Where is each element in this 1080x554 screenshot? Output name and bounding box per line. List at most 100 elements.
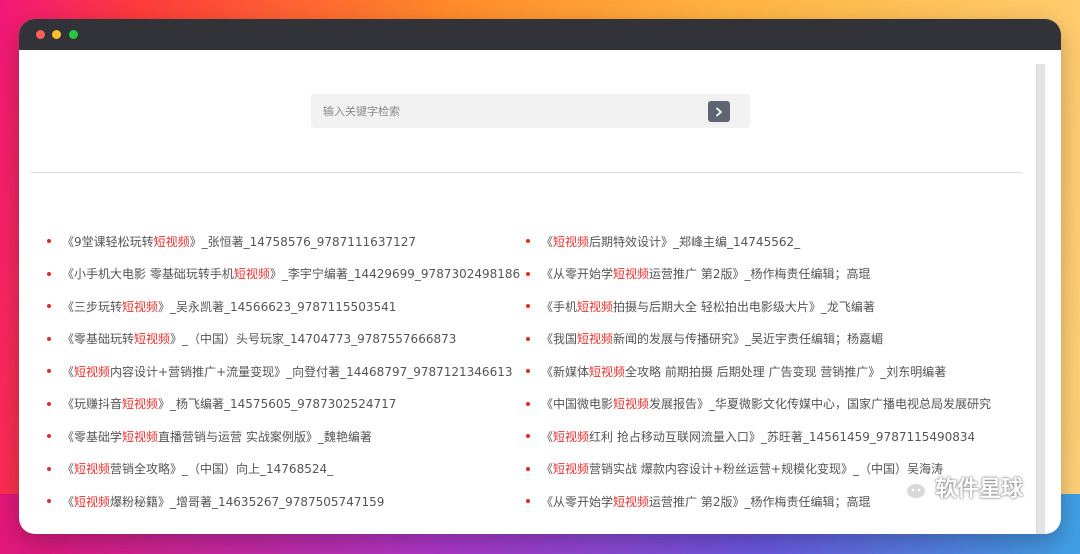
- book-link[interactable]: 《小手机大电影 零基础玩转手机 短视频 》_李宇宁编著_14429699_97873…: [47, 258, 520, 291]
- book-title-part: 运营推广 第2版》_杨作梅责任编辑；高琨: [649, 494, 871, 509]
- book-link[interactable]: 《玩赚抖音 短视频 》_杨飞编著_14575605_9787302524717: [47, 388, 520, 421]
- book-title-part: 《: [541, 429, 554, 444]
- bullet-icon: [47, 336, 51, 341]
- bullet-icon: [526, 369, 530, 374]
- book-title-part: 《手机: [541, 299, 578, 314]
- book-link[interactable]: 《短视频 营销全攻略》_（中国）向上_14768524_: [47, 453, 520, 486]
- keyword-highlight: 短视频: [613, 267, 650, 282]
- book-title-part: 《从零开始学: [541, 267, 614, 282]
- book-title-part: 》_杨飞编著_14575605_9787302524717: [158, 397, 397, 412]
- watermark-text: 软件星球: [935, 477, 1024, 502]
- keyword-highlight: 短视频: [613, 397, 650, 412]
- book-title-part: 新闻的发展与传播研究》_吴近宇责任编辑；杨嘉嵋: [613, 332, 884, 347]
- book-title-part: 发展报告》_华夏微影文化传媒中心，国家广播电视总局发展研究: [649, 397, 992, 412]
- bullet-icon: [526, 271, 530, 276]
- book-title-part: 《中国微电影: [541, 397, 614, 412]
- book-title-part: 《玩赚抖音: [62, 397, 123, 412]
- book-link[interactable]: 《三步玩转 短视频 》_吴永凯著_14566623_9787115503541: [47, 290, 520, 323]
- book-title-part: 营销全攻略》_（中国）向上_14768524_: [110, 462, 334, 477]
- bullet-icon: [526, 336, 530, 341]
- keyword-highlight: 短视频: [553, 429, 590, 444]
- scrollbar[interactable]: [1036, 64, 1045, 534]
- keyword-highlight: 短视频: [153, 234, 190, 249]
- keyword-highlight: 短视频: [613, 494, 650, 509]
- book-title-part: 《三步玩转: [62, 299, 123, 314]
- minimize-window-button[interactable]: [52, 30, 61, 39]
- book-title-part: 爆粉秘籍》_增哥著_14635267_9787505747159: [110, 494, 385, 509]
- book-title-part: 《: [62, 364, 75, 379]
- bullet-icon: [526, 401, 530, 406]
- keyword-highlight: 短视频: [122, 397, 159, 412]
- bullet-icon: [47, 304, 51, 309]
- keyword-highlight: 短视频: [74, 494, 111, 509]
- book-link[interactable]: 《短视频 内容设计+营销推广+流量变现》_向登付著_14468797_97871…: [47, 355, 520, 388]
- book-title-part: 营销实战 爆款内容设计+粉丝运营+规模化变现》_（中国）吴海涛: [589, 462, 943, 477]
- book-link[interactable]: 《我国 短视频 新闻的发展与传播研究》_吴近宇责任编辑；杨嘉嵋: [526, 323, 991, 356]
- keyword-highlight: 短视频: [74, 462, 111, 477]
- book-title-part: 《小手机大电影 零基础玩转手机: [62, 267, 234, 282]
- bullet-icon: [526, 239, 530, 244]
- bullet-icon: [47, 239, 51, 244]
- book-title-part: 《零基础玩转: [62, 332, 135, 347]
- keyword-highlight: 短视频: [134, 332, 171, 347]
- chevron-right-icon: [716, 107, 722, 116]
- book-title-part: 《: [541, 234, 554, 249]
- book-title-part: 《: [62, 494, 75, 509]
- book-link[interactable]: 《手机 短视频 拍摄与后期大全 轻松拍出电影级大片》_龙飞编著: [526, 290, 991, 323]
- book-link[interactable]: 《新媒体 短视频 全攻略 前期拍摄 后期处理 广告变现 营销推广》_刘东明编著: [526, 355, 991, 388]
- book-title-part: 《: [62, 462, 75, 477]
- book-link[interactable]: 《从零开始学 短视频 运营推广 第2版》_杨作梅责任编辑；高琨: [526, 258, 991, 291]
- book-list-left: 《9堂课轻松玩转 短视频 》_张恒著_14758576_9787111637127 《…: [47, 225, 520, 518]
- search-button[interactable]: [708, 101, 730, 122]
- book-title-part: 《我国: [541, 332, 578, 347]
- title-bar: [19, 19, 1061, 50]
- search-bar: [311, 94, 750, 128]
- book-link[interactable]: 《短视频 爆粉秘籍》_增哥著_14635267_9787505747159: [47, 485, 520, 518]
- book-title-part: 《零基础学: [62, 429, 123, 444]
- book-title-part: 《: [541, 462, 554, 477]
- book-link[interactable]: 《短视频 后期特效设计》_郑峰主编_14745562_: [526, 225, 991, 258]
- close-window-button[interactable]: [36, 30, 45, 39]
- bullet-icon: [526, 434, 530, 439]
- wechat-icon: [894, 473, 927, 500]
- book-title-part: 全攻略 前期拍摄 后期处理 广告变现 营销推广》_刘东明编著: [625, 364, 947, 379]
- book-link[interactable]: 《短视频 红利 抢占移动互联网流量入口》_苏旺著_14561459_9787115…: [526, 420, 991, 453]
- book-title-part: 红利 抢占移动互联网流量入口》_苏旺著_14561459_97871154908…: [589, 429, 976, 444]
- book-title-part: 》_张恒著_14758576_9787111637127: [189, 234, 416, 249]
- maximize-window-button[interactable]: [69, 30, 78, 39]
- keyword-highlight: 短视频: [589, 364, 626, 379]
- book-title-part: 》_吴永凯著_14566623_9787115503541: [158, 299, 397, 314]
- book-title-part: 内容设计+营销推广+流量变现》_向登付著_14468797_9787121346…: [110, 364, 513, 379]
- book-title-part: 》_（中国）头号玩家_14704773_9787557666873: [170, 332, 457, 347]
- bullet-icon: [526, 304, 530, 309]
- book-link[interactable]: 《9堂课轻松玩转 短视频 》_张恒著_14758576_9787111637127: [47, 225, 520, 258]
- keyword-highlight: 短视频: [577, 299, 614, 314]
- bullet-icon: [47, 401, 51, 406]
- divider: [31, 172, 1021, 173]
- book-title-part: 运营推广 第2版》_杨作梅责任编辑；高琨: [649, 267, 871, 282]
- browser-window: 《9堂课轻松玩转短视频》_张恒著_14758576_9787111637127《…: [19, 19, 1061, 534]
- bullet-icon: [47, 434, 51, 439]
- keyword-highlight: 短视频: [122, 429, 159, 444]
- book-title-part: 《9堂课轻松玩转: [62, 234, 154, 249]
- keyword-highlight: 短视频: [74, 364, 111, 379]
- page-content: 《9堂课轻松玩转短视频》_张恒著_14758576_9787111637127《…: [19, 50, 1061, 534]
- bullet-icon: [47, 369, 51, 374]
- keyword-highlight: 短视频: [577, 332, 614, 347]
- book-title-part: 》_李宇宁编著_14429699_9787302498186: [269, 267, 521, 282]
- search-input[interactable]: [311, 94, 725, 128]
- bullet-icon: [47, 466, 51, 471]
- book-title-part: 直播营销与运营 实战案例版》_魏艳编著: [158, 429, 372, 444]
- book-title-part: 《从零开始学: [541, 494, 614, 509]
- keyword-highlight: 短视频: [233, 267, 270, 282]
- book-link[interactable]: 《零基础学 短视频 直播营销与运营 实战案例版》_魏艳编著: [47, 420, 520, 453]
- book-title-part: 拍摄与后期大全 轻松拍出电影级大片》_龙飞编著: [613, 299, 875, 314]
- book-link[interactable]: 《零基础玩转 短视频 》_（中国）头号玩家_14704773_97875576668…: [47, 323, 520, 356]
- bullet-icon: [47, 499, 51, 504]
- book-title-part: 《新媒体: [541, 364, 590, 379]
- bullet-icon: [526, 466, 530, 471]
- bullet-icon: [526, 499, 530, 504]
- keyword-highlight: 短视频: [122, 299, 159, 314]
- keyword-highlight: 短视频: [553, 462, 590, 477]
- book-link[interactable]: 《中国微电影 短视频 发展报告》_华夏微影文化传媒中心，国家广播电视总局发展研究: [526, 388, 991, 421]
